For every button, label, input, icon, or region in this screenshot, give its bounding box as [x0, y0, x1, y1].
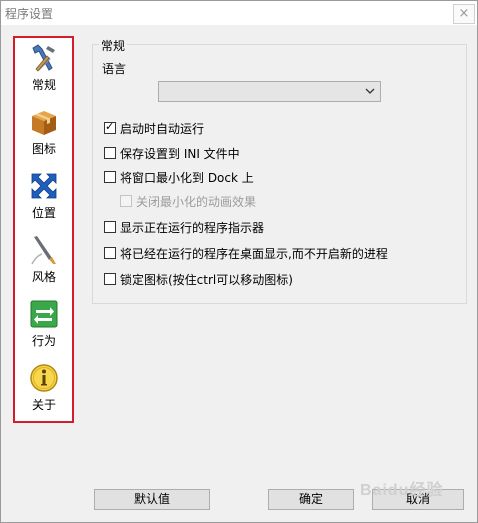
cancel-button[interactable]: 取消: [372, 489, 464, 510]
option-label: 关闭最小化的动画效果: [136, 194, 257, 209]
sidebar-item-label: 关于: [31, 398, 56, 412]
option-label: 显示正在运行的程序指示器: [120, 220, 265, 235]
ok-button[interactable]: 确定: [268, 489, 354, 510]
option-show-running-on-desktop[interactable]: 将已经在运行的程序在桌面显示,而不开启新的进程: [104, 245, 388, 261]
option-save-ini[interactable]: 保存设置到 INI 文件中: [104, 145, 240, 161]
option-label: 将已经在运行的程序在桌面显示,而不开启新的进程: [120, 246, 388, 261]
sidebar-item-icons[interactable]: 图标: [15, 104, 73, 168]
option-minimize-to-dock[interactable]: 将窗口最小化到 Dock 上: [104, 169, 254, 185]
checkbox[interactable]: [104, 273, 116, 285]
default-button[interactable]: 默认值: [94, 489, 210, 510]
checkbox[interactable]: [120, 195, 132, 207]
switch-arrows-icon: [30, 300, 58, 328]
option-label: 保存设置到 INI 文件中: [120, 146, 240, 161]
language-label: 语言: [102, 62, 127, 76]
checkbox[interactable]: [104, 221, 116, 233]
sidebar-item-general[interactable]: 常规: [15, 40, 73, 104]
language-select[interactable]: [158, 81, 381, 102]
checkbox[interactable]: [104, 171, 116, 183]
option-disable-minimize-animation[interactable]: 关闭最小化的动画效果: [120, 193, 256, 209]
sidebar-item-label: 风格: [31, 270, 56, 284]
checkbox[interactable]: [104, 120, 116, 134]
chevron-down-icon: [365, 88, 375, 94]
option-label: 将窗口最小化到 Dock 上: [120, 170, 254, 185]
sidebar-item-label: 行为: [31, 334, 56, 348]
info-icon: [30, 364, 58, 392]
sidebar-item-about[interactable]: 关于: [15, 360, 73, 424]
brush-icon: [31, 236, 56, 265]
option-autostart[interactable]: 启动时自动运行: [104, 120, 204, 136]
checkbox[interactable]: [104, 247, 116, 259]
group-title: 常规: [99, 37, 128, 54]
arrows-icon: [31, 173, 57, 199]
option-lock-icons[interactable]: 锁定图标(按住ctrl可以移动图标): [104, 271, 293, 287]
sidebar-item-label: 常规: [31, 78, 56, 92]
box-icon: [32, 111, 56, 135]
tools-icon: [32, 44, 55, 72]
window-title: 程序设置: [5, 7, 54, 21]
sidebar-item-style[interactable]: 风格: [15, 232, 73, 296]
sidebar-item-label: 位置: [31, 206, 56, 220]
sidebar-item-label: 图标: [31, 142, 56, 156]
option-running-indicator[interactable]: 显示正在运行的程序指示器: [104, 219, 264, 235]
sidebar-item-behavior[interactable]: 行为: [15, 296, 73, 360]
close-button[interactable]: ×: [453, 4, 475, 24]
sidebar: 常规 图标 位置 风格 行为 关于: [14, 37, 74, 423]
title-bar: 程序设置 ×: [1, 1, 477, 25]
sidebar-item-position[interactable]: 位置: [15, 168, 73, 232]
option-label: 启动时自动运行: [120, 121, 205, 136]
checkbox[interactable]: [104, 147, 116, 159]
option-label: 锁定图标(按住ctrl可以移动图标): [120, 272, 293, 287]
